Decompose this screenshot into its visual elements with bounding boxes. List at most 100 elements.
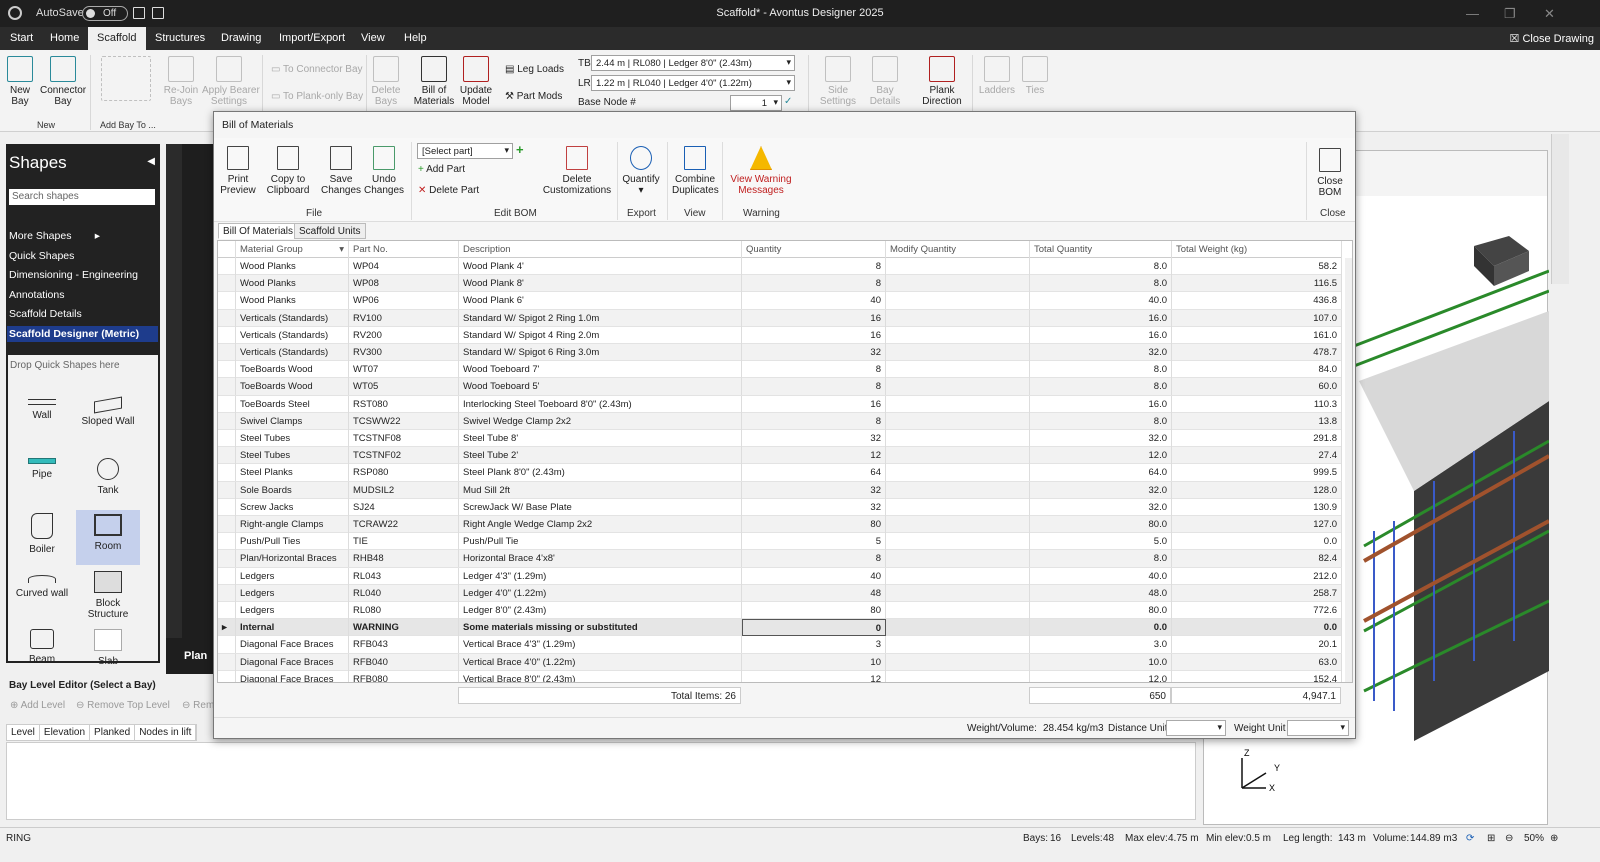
row-header[interactable] <box>218 516 236 533</box>
table-row[interactable]: Sole Boards MUDSIL2 Mud Sill 2ft 32 32.0 128.… <box>218 481 1342 499</box>
filter-dropdown-icon[interactable]: ▾ <box>339 244 344 255</box>
row-header[interactable] <box>218 430 236 447</box>
menu-home[interactable]: Home <box>50 32 79 44</box>
menu-scaffold[interactable]: Scaffold <box>88 27 146 50</box>
col-elevation[interactable]: Elevation <box>40 725 91 740</box>
bom-grid[interactable]: Material Group ▾ Part No. Description Qua… <box>217 240 1353 683</box>
tab-bill-of-materials[interactable]: Bill Of Materials <box>218 223 299 239</box>
close-window-icon[interactable]: ✕ <box>1544 6 1555 22</box>
maximize-icon[interactable]: ❐ <box>1504 6 1516 22</box>
shape-boiler[interactable]: Boiler <box>10 513 74 555</box>
col-modify-quantity[interactable]: Modify Quantity <box>886 241 1030 258</box>
row-header[interactable] <box>218 533 236 551</box>
ties-button[interactable]: Ties <box>1018 56 1052 96</box>
col-description[interactable]: Description <box>459 241 742 258</box>
row-header[interactable] <box>218 498 236 516</box>
plank-direction-button[interactable]: Plank Direction <box>916 56 968 107</box>
menu-view[interactable]: View <box>361 32 385 44</box>
warning-row[interactable]: ▸ Internal WARNING Some materials missing o… <box>218 619 1342 637</box>
cell-modify-quantity[interactable] <box>886 533 1030 551</box>
cell-modify-quantity[interactable] <box>886 602 1030 619</box>
category-scaffold-designer-metric[interactable]: Scaffold Designer (Metric) <box>7 326 158 342</box>
menu-import-export[interactable]: Import/Export <box>279 32 345 44</box>
part-mods-button[interactable]: ⚒ Part Mods <box>505 91 562 102</box>
zoom-out-icon[interactable]: ⊖ <box>1505 833 1513 844</box>
minimize-icon[interactable]: — <box>1466 6 1479 21</box>
plan-tab[interactable]: Plan <box>184 650 207 662</box>
table-row[interactable]: Wood Planks WP08 Wood Plank 8' 8 8.0 116.5 <box>218 275 1342 293</box>
cell-modify-quantity[interactable] <box>886 670 1030 682</box>
combine-duplicates-button[interactable]: Combine Duplicates <box>672 146 719 196</box>
table-row[interactable]: Verticals (Standards) RV200 Standard W/ Sp… <box>218 326 1342 344</box>
table-row[interactable]: Diagonal Face Braces RFB040 Vertical Brace… <box>218 653 1342 671</box>
undo-changes-button[interactable]: Undo Changes <box>363 146 405 196</box>
table-row[interactable]: Verticals (Standards) RV300 Standard W/ Sp… <box>218 344 1342 362</box>
cell-modify-quantity[interactable] <box>886 481 1030 499</box>
select-part-dropdown[interactable]: [Select part] <box>417 143 513 159</box>
cell-modify-quantity[interactable] <box>886 498 1030 516</box>
quantify-button[interactable]: Quantify ▾ <box>620 146 662 196</box>
quick-shapes-dropzone[interactable]: Drop Quick Shapes here Wall Sloped Wall … <box>8 355 158 667</box>
side-panel-tabs[interactable] <box>1551 134 1569 284</box>
col-level[interactable]: Level <box>7 725 40 740</box>
row-header[interactable] <box>218 464 236 482</box>
table-row[interactable]: Ledgers RL080 Ledger 8'0" (2.43m) 80 80.0 772… <box>218 602 1342 620</box>
cell-modify-quantity[interactable] <box>886 309 1030 327</box>
menu-structures[interactable]: Structures <box>155 32 205 44</box>
category-more-shapes[interactable]: More Shapes ▸ <box>9 230 100 242</box>
cell-modify-quantity[interactable] <box>886 412 1030 430</box>
print-preview-button[interactable]: Print Preview <box>220 146 256 196</box>
table-row[interactable]: Steel Tubes TCSTNF02 Steel Tube 2' 12 12.0 27… <box>218 447 1342 465</box>
cell-modify-quantity[interactable] <box>886 584 1030 602</box>
row-header[interactable] <box>218 258 236 275</box>
shape-sloped-wall[interactable]: Sloped Wall <box>76 396 140 427</box>
shape-beam[interactable]: Beam <box>10 629 74 665</box>
shape-block-structure[interactable]: Block Structure <box>76 571 140 620</box>
add-icon[interactable]: + <box>516 142 524 157</box>
shape-pipe[interactable]: Pipe <box>10 458 74 480</box>
to-connector-bay-button[interactable]: ▭ To Connector Bay <box>271 64 363 75</box>
cell-modify-quantity[interactable] <box>886 636 1030 654</box>
bill-of-materials-button[interactable]: Bill of Materials <box>413 56 455 107</box>
cell-modify-quantity[interactable] <box>886 258 1030 275</box>
table-row[interactable]: Wood Planks WP04 Wood Plank 4' 8 8.0 58.2 <box>218 258 1342 276</box>
close-bom-button[interactable]: Close BOM <box>1312 148 1348 198</box>
cell-modify-quantity[interactable] <box>886 326 1030 344</box>
bay-editor-grid[interactable] <box>6 742 1196 820</box>
row-header[interactable] <box>218 292 236 310</box>
cell-modify-quantity[interactable] <box>886 550 1030 568</box>
base-node-spinner[interactable]: 1 <box>730 95 782 111</box>
table-row[interactable]: Diagonal Face Braces RFB043 Vertical Brace… <box>218 636 1342 654</box>
row-header[interactable] <box>218 395 236 413</box>
ladders-button[interactable]: Ladders <box>978 56 1016 96</box>
add-level-button[interactable]: ⊕ Add Level <box>10 700 65 711</box>
table-row[interactable]: ToeBoards Wood WT07 Wood Toeboard 7' 8 8.0 84… <box>218 361 1342 379</box>
row-header[interactable] <box>218 653 236 671</box>
row-header[interactable] <box>218 412 236 430</box>
save-changes-button[interactable]: Save Changes <box>320 146 362 196</box>
row-header[interactable] <box>218 584 236 602</box>
cell-modify-quantity[interactable] <box>886 430 1030 447</box>
row-header[interactable] <box>218 344 236 361</box>
shape-slab[interactable]: Slab <box>76 629 140 667</box>
tab-scaffold-units[interactable]: Scaffold Units <box>294 223 366 239</box>
shape-curved-wall[interactable]: Curved wall <box>10 575 74 599</box>
rejoin-bays-button[interactable]: Re-Join Bays <box>162 56 200 107</box>
update-model-button[interactable]: Update Model <box>457 56 495 107</box>
cell-modify-quantity[interactable] <box>886 447 1030 465</box>
zoom-level[interactable]: 50% <box>1524 833 1544 844</box>
check-icon[interactable]: ✓ <box>784 96 792 107</box>
shape-room[interactable]: Room <box>76 510 140 565</box>
row-header[interactable] <box>218 361 236 379</box>
cell-modify-quantity[interactable] <box>886 292 1030 310</box>
table-row[interactable]: Swivel Clamps TCSWW22 Swivel Wedge Clamp 2… <box>218 412 1342 430</box>
distance-unit-select[interactable]: ▾ <box>1166 720 1226 736</box>
category-scaffold-details[interactable]: Scaffold Details <box>9 308 82 320</box>
col-part-no[interactable]: Part No. <box>349 241 459 258</box>
cell-modify-quantity[interactable] <box>886 516 1030 533</box>
cell-modify-quantity[interactable] <box>886 344 1030 361</box>
category-quick-shapes[interactable]: Quick Shapes <box>9 250 74 262</box>
col-total-quantity[interactable]: Total Quantity <box>1030 241 1172 258</box>
tb-select[interactable]: 2.44 m | RL080 | Ledger 8'0" (2.43m) <box>591 55 795 71</box>
fit-icon[interactable]: ⊞ <box>1487 833 1495 844</box>
